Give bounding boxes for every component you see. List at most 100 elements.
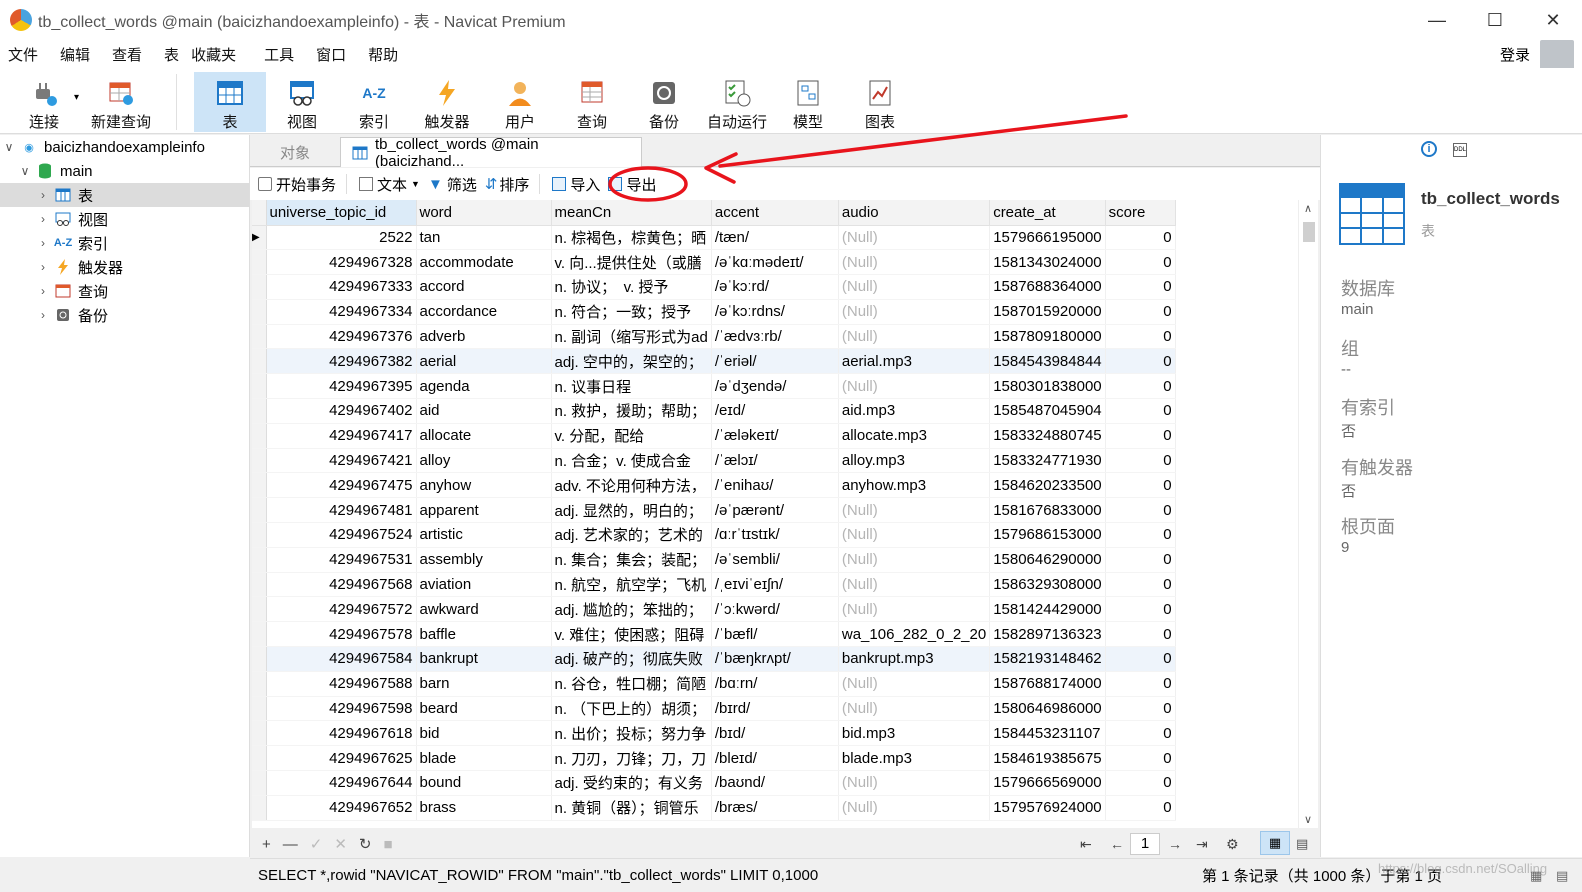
row-indicator[interactable] [252, 274, 267, 300]
sort-button[interactable]: ⇵ 排序 [485, 174, 530, 195]
table-cell-meanCn[interactable]: n. 航空，航空学；飞机 [551, 572, 712, 598]
table-row[interactable]: 4294967598 beard n. （下巴上的）胡须；/bɪrd/(Null) 1… [252, 696, 1176, 722]
table-row[interactable]: 4294967475 anyhow adv. 不论用何种方法，/ˈenihaʊ/an… [252, 472, 1176, 499]
chart-button[interactable]: 图表 [854, 72, 906, 132]
table-cell-create_at[interactable]: 1587688174000 [989, 671, 1106, 697]
first-page-icon[interactable]: ⇤ [1080, 836, 1092, 853]
table-cell-create_at[interactable]: 1581424429000 [989, 596, 1106, 623]
row-indicator[interactable] [252, 398, 267, 424]
row-indicator[interactable] [252, 299, 267, 325]
table-cell-meanCn[interactable]: n. 黄铜（器）；铜管乐 [551, 795, 712, 821]
table-cell-create_at[interactable]: 1587015920000 [989, 299, 1106, 325]
table-cell-create_at[interactable]: 1586329308000 [989, 572, 1106, 598]
table-cell-audio[interactable]: bankrupt.mp3 [838, 646, 991, 672]
row-indicator[interactable] [252, 720, 267, 747]
table-row[interactable]: 4294967417 allocate v. 分配，配给/ˈæləkeɪt/allo… [252, 423, 1176, 449]
table-cell-create_at[interactable]: 1582897136323 [989, 621, 1106, 648]
table-cell-score[interactable]: 0 [1105, 745, 1176, 772]
table-cell-create_at[interactable]: 1584453231107 [989, 720, 1106, 747]
table-cell-create_at[interactable]: 1580646986000 [989, 696, 1106, 722]
table-cell-accent[interactable]: /tæn/ [711, 225, 839, 251]
table-cell-word[interactable]: bid [416, 720, 552, 747]
table-cell-create_at[interactable]: 1585487045904 [989, 398, 1106, 424]
row-indicator[interactable]: ▶ [252, 225, 267, 251]
table-cell-score[interactable]: 0 [1105, 497, 1176, 524]
query-button[interactable]: 查询 [566, 72, 618, 132]
table-cell-score[interactable]: 0 [1105, 696, 1176, 722]
table-cell-universe_topic_id[interactable]: 4294967402 [266, 398, 417, 424]
row-indicator[interactable] [252, 348, 267, 375]
grid-view-icon[interactable]: ▦ [1260, 831, 1290, 855]
table-cell-create_at[interactable]: 1582193148462 [989, 646, 1106, 672]
info-icon[interactable]: i [1421, 141, 1437, 157]
table-cell-meanCn[interactable]: n. 出价；投标；努力争 [551, 720, 712, 747]
table-cell-meanCn[interactable]: adj. 空中的，架空的； [551, 348, 712, 375]
begin-transaction-button[interactable]: 开始事务 [258, 174, 336, 195]
scroll-up-icon[interactable]: ∧ [1304, 202, 1312, 215]
table-cell-accent[interactable]: /ˌeɪviˈeɪʃn/ [711, 572, 839, 598]
prev-page-icon[interactable]: ← [1110, 836, 1124, 852]
table-cell-word[interactable]: tan [416, 225, 552, 251]
grid-toggle-icon[interactable]: ▦ [1530, 868, 1542, 884]
table-cell-accent[interactable]: /əˈkɔːrdns/ [711, 299, 839, 325]
table-cell-meanCn[interactable]: n. 协议； v. 授予 [551, 274, 712, 300]
table-cell-accent[interactable]: /bleɪd/ [711, 745, 839, 772]
table-cell-universe_topic_id[interactable]: 4294967578 [266, 621, 417, 648]
vertical-scrollbar[interactable]: ∧ ∨ [1298, 200, 1318, 828]
table-cell-create_at[interactable]: 1587809180000 [989, 324, 1106, 350]
table-cell-audio[interactable]: (Null) [838, 522, 991, 548]
row-indicator[interactable] [252, 547, 267, 573]
minimize-icon[interactable]: — [1408, 0, 1466, 40]
table-cell-score[interactable]: 0 [1105, 324, 1176, 350]
table-cell-audio[interactable]: (Null) [838, 497, 991, 524]
table-cell-accent[interactable]: /əˈpærənt/ [711, 497, 839, 524]
table-cell-score[interactable]: 0 [1105, 348, 1176, 375]
table-cell-meanCn[interactable]: adj. 受约束的；有义务 [551, 770, 712, 796]
table-cell-audio[interactable]: anyhow.mp3 [838, 472, 991, 499]
backup-button[interactable]: 备份 [638, 72, 690, 132]
table-cell-universe_topic_id[interactable]: 4294967376 [266, 324, 417, 350]
column-header[interactable]: word [416, 200, 552, 226]
tree-item-queries[interactable]: › 查询 [0, 279, 249, 303]
table-cell-score[interactable]: 0 [1105, 596, 1176, 623]
table-cell-score[interactable]: 0 [1105, 547, 1176, 573]
table-cell-score[interactable]: 0 [1105, 720, 1176, 747]
table-cell-create_at[interactable]: 1580301838000 [989, 373, 1106, 400]
chevron-down-icon[interactable]: ∨ [18, 164, 32, 178]
table-row[interactable]: 4294967644 bound adj. 受约束的；有义务/baʊnd/(Null… [252, 770, 1176, 796]
tree-item-triggers[interactable]: › 触发器 [0, 255, 249, 279]
table-cell-accent[interactable]: /ˈɔːkwərd/ [711, 596, 839, 623]
table-cell-universe_topic_id[interactable]: 4294967625 [266, 745, 417, 772]
table-row[interactable]: 4294967618 bid n. 出价；投标；努力争/bɪd/bid.mp3 158… [252, 720, 1176, 747]
table-cell-audio[interactable]: bid.mp3 [838, 720, 991, 747]
table-cell-score[interactable]: 0 [1105, 472, 1176, 499]
table-cell-universe_topic_id[interactable]: 4294967475 [266, 472, 417, 499]
view-button[interactable]: 视图 [276, 72, 328, 132]
table-cell-meanCn[interactable]: n. 刀刃，刀锋；刀，刀 [551, 745, 712, 772]
table-row[interactable]: 4294967382 aerial adj. 空中的，架空的；/ˈeriəl/aer… [252, 348, 1176, 375]
table-cell-meanCn[interactable]: n. （下巴上的）胡须； [551, 696, 712, 722]
table-cell-score[interactable]: 0 [1105, 770, 1176, 796]
table-cell-score[interactable]: 0 [1105, 671, 1176, 697]
tree-item-views[interactable]: › 视图 [0, 207, 249, 231]
table-cell-accent[interactable]: /ˈbæŋkrʌpt/ [711, 646, 839, 672]
table-cell-accent[interactable]: /bɪd/ [711, 720, 839, 747]
table-cell-word[interactable]: adverb [416, 324, 552, 350]
close-icon[interactable]: ✕ [1524, 0, 1582, 40]
table-cell-create_at[interactable]: 1583324771930 [989, 448, 1106, 474]
table-cell-universe_topic_id[interactable]: 2522 [266, 225, 417, 251]
table-cell-accent[interactable]: /ˈæləkeɪt/ [711, 423, 839, 449]
menu-window[interactable]: 窗口 [308, 44, 360, 65]
table-cell-audio[interactable]: (Null) [838, 547, 991, 573]
table-cell-accent[interactable]: /bræs/ [711, 795, 839, 821]
table-cell-score[interactable]: 0 [1105, 522, 1176, 548]
column-header[interactable]: universe_topic_id [266, 200, 417, 226]
menu-tools[interactable]: 工具 [256, 44, 308, 65]
table-row[interactable]: 4294967524 artistic adj. 艺术家的；艺术的/ɑːrˈtɪst… [252, 522, 1176, 548]
row-indicator[interactable] [252, 621, 267, 648]
delete-record-icon[interactable]: — [283, 836, 298, 853]
table-cell-audio[interactable]: aid.mp3 [838, 398, 991, 424]
table-cell-word[interactable]: accord [416, 274, 552, 300]
table-cell-universe_topic_id[interactable]: 4294967395 [266, 373, 417, 400]
table-cell-universe_topic_id[interactable]: 4294967568 [266, 572, 417, 598]
